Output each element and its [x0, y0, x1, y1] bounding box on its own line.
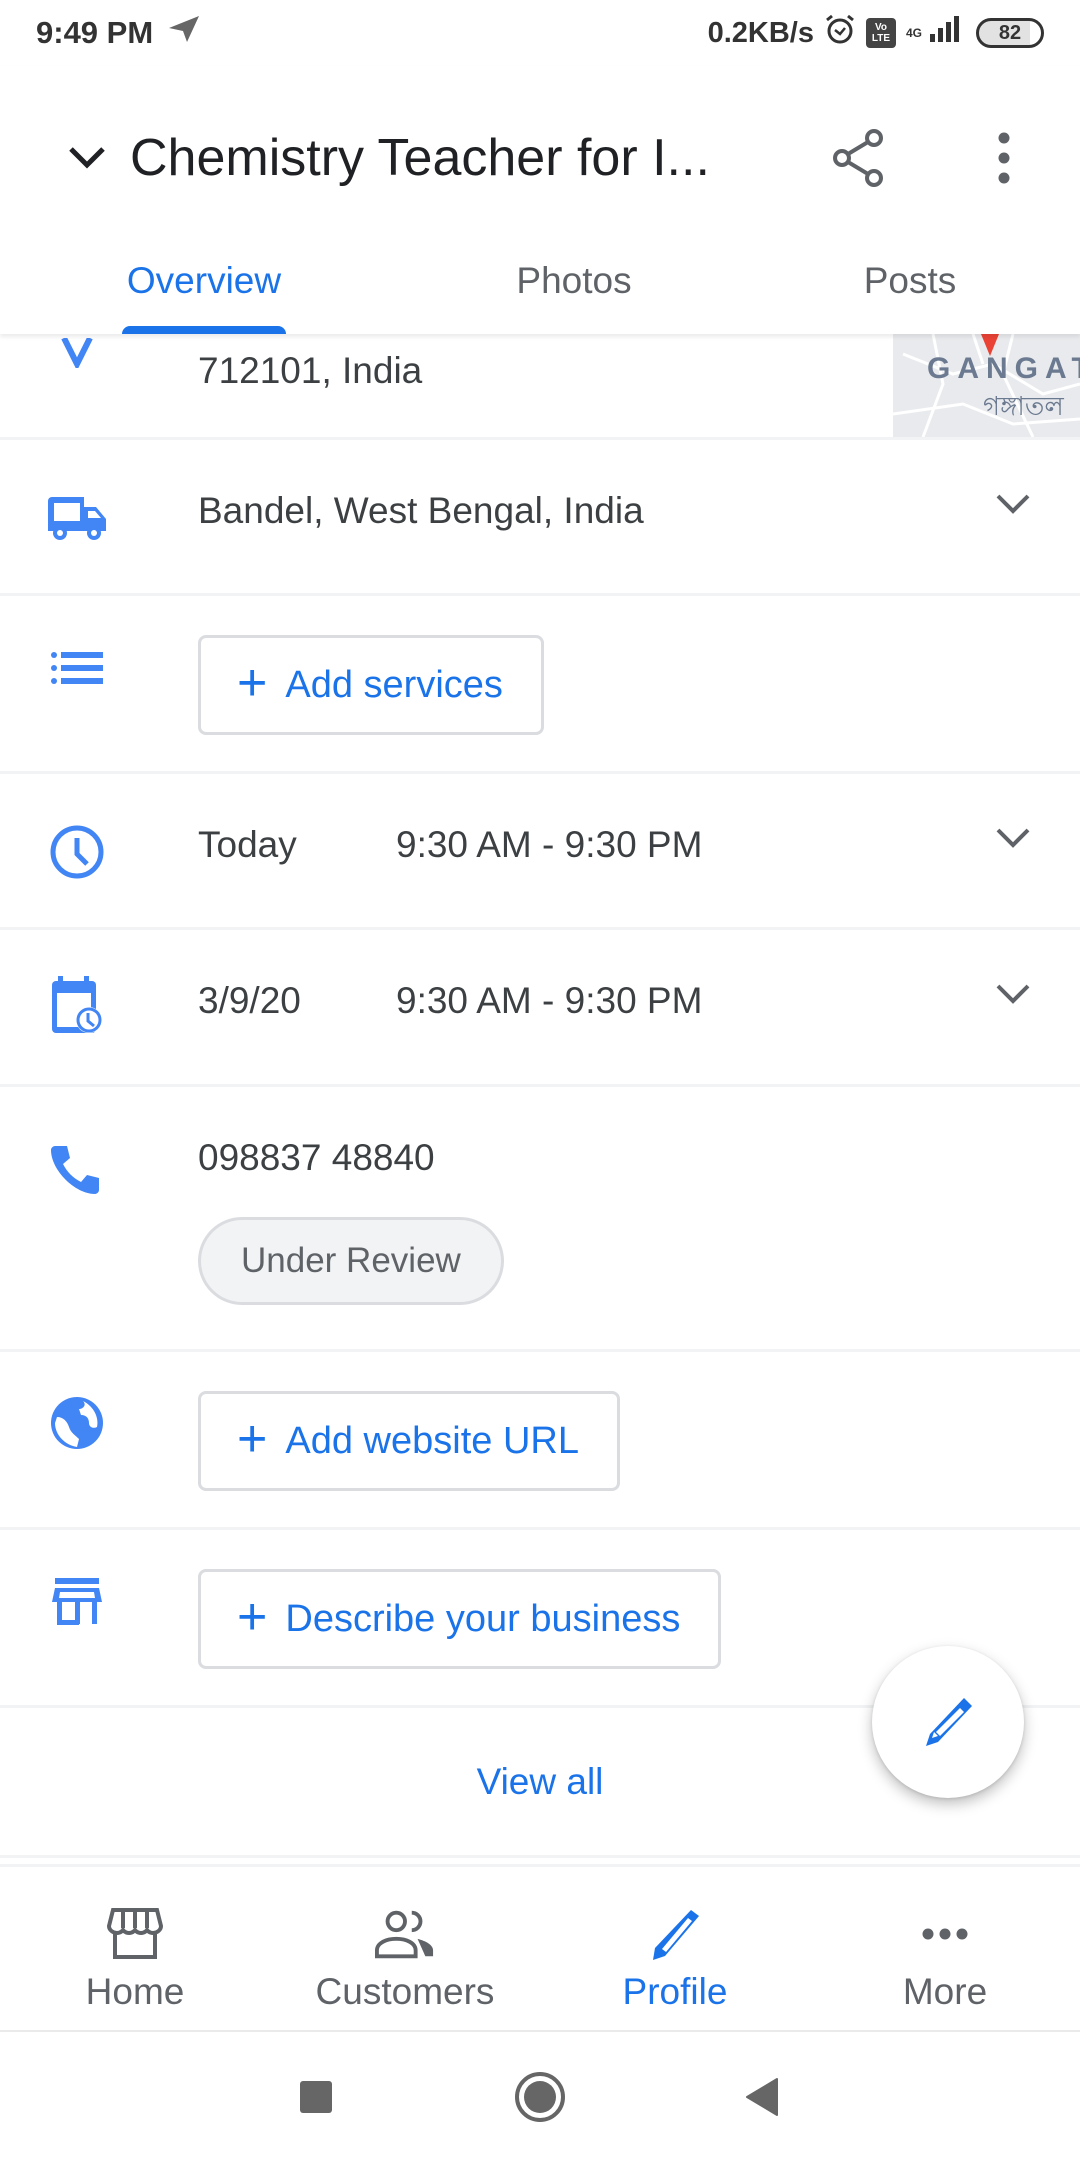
battery-level: 82: [998, 21, 1022, 44]
more-vert-icon: [998, 132, 1010, 184]
view-all-link[interactable]: View all: [477, 1761, 604, 1803]
alarm-icon: [824, 13, 856, 53]
tab-indicator: [122, 326, 286, 334]
map-thumbnail[interactable]: GANGAT গঙ্গাতল: [893, 334, 1080, 437]
address-line: 712101, India: [198, 350, 423, 391]
storefront-icon: [105, 1907, 165, 1961]
nav-home-label: Home: [85, 1971, 185, 2012]
status-bar: 9:49 PM 0.2KB/s Vo LTE 4G 82: [0, 0, 1080, 66]
service-area-row[interactable]: Bandel, West Bengal, India: [0, 440, 1080, 596]
nav-profile-label: Profile: [622, 1971, 728, 2012]
more-horiz-icon: [915, 1907, 975, 1961]
tab-photos[interactable]: Photos: [442, 236, 706, 334]
network-type: 4G: [906, 27, 922, 39]
back-button[interactable]: [726, 2062, 796, 2132]
volte-top: Vo: [874, 22, 887, 33]
more-options-button[interactable]: [968, 122, 1040, 194]
chevron-down-icon[interactable]: [990, 972, 1036, 1018]
telegram-icon: [167, 14, 201, 52]
people-icon: [375, 1907, 435, 1961]
nav-customers[interactable]: Customers: [270, 1867, 540, 2030]
tab-overview[interactable]: Overview: [72, 236, 336, 334]
nav-more[interactable]: More: [810, 1867, 1080, 2030]
hours-range: 9:30 AM - 9:30 PM: [396, 824, 703, 865]
overview-content: 712101, India GANGAT গঙ্গাতল Bandel, Wes…: [0, 334, 1080, 1858]
back-triangle-icon: [746, 2078, 778, 2116]
battery-icon: 82: [976, 18, 1044, 48]
phone-row: 098837 48840 Under Review: [0, 1087, 1080, 1352]
add-website-label: Add website URL: [285, 1419, 579, 1462]
map-label: GANGAT: [927, 352, 1080, 385]
share-icon: [833, 129, 883, 187]
tab-posts[interactable]: Posts: [778, 236, 1042, 334]
hours-day: Today: [198, 824, 297, 865]
add-services-button[interactable]: + Add services: [198, 635, 544, 735]
chevron-down-icon: [69, 147, 105, 169]
collapse-button[interactable]: [52, 123, 122, 193]
edit-pencil-icon: [926, 1698, 972, 1746]
bottom-navigation: Home Customers Profile More: [0, 1864, 1080, 2030]
recents-icon: [300, 2081, 332, 2113]
phone-number[interactable]: 098837 48840: [198, 1137, 435, 1179]
describe-business-label: Describe your business: [285, 1597, 681, 1640]
system-navigation-bar: [0, 2030, 1080, 2160]
services-row: + Add services: [0, 596, 1080, 774]
hours-row[interactable]: Today 9:30 AM - 9:30 PM: [0, 774, 1080, 930]
chevron-down-icon[interactable]: [990, 816, 1036, 862]
under-review-badge: Under Review: [198, 1217, 504, 1305]
clock-icon: [46, 821, 108, 883]
signal-icon: [926, 14, 966, 52]
home-button[interactable]: [505, 2062, 575, 2132]
network-type-label: 4G: [905, 26, 922, 40]
special-hours-row[interactable]: 3/9/20 9:30 AM - 9:30 PM: [0, 930, 1080, 1087]
special-hours-range: 9:30 AM - 9:30 PM: [396, 980, 703, 1021]
add-services-label: Add services: [285, 663, 503, 706]
share-button[interactable]: [822, 122, 894, 194]
page-title: Chemistry Teacher for I...: [130, 129, 710, 187]
volte-icon: Vo LTE: [865, 18, 896, 48]
list-icon: [46, 637, 108, 699]
network-speed: 0.2KB/s: [707, 16, 814, 49]
website-row: + Add website URL: [0, 1352, 1080, 1530]
globe-icon: [46, 1392, 108, 1454]
phone-icon: [46, 1137, 108, 1199]
calendar-clock-icon: [46, 974, 108, 1036]
describe-business-button[interactable]: + Describe your business: [198, 1569, 722, 1669]
home-circle-icon: [515, 2072, 565, 2122]
truck-icon: [46, 487, 108, 549]
chevron-down-icon[interactable]: [990, 482, 1036, 528]
nav-more-label: More: [902, 1971, 988, 2012]
map-sublabel: গঙ্গাতল: [983, 391, 1064, 421]
nav-home[interactable]: Home: [0, 1867, 270, 2030]
recents-button[interactable]: [281, 2062, 351, 2132]
nav-profile[interactable]: Profile: [540, 1867, 810, 2030]
volte-bottom: LTE: [871, 33, 891, 44]
tab-bar: Overview Photos Posts: [0, 236, 1080, 334]
status-time: 9:49 PM: [36, 15, 154, 50]
special-hours-date: 3/9/20: [198, 980, 301, 1021]
plus-icon: +: [237, 654, 268, 712]
edit-fab-button[interactable]: [872, 1646, 1024, 1798]
plus-icon: +: [237, 1410, 268, 1468]
plus-icon: +: [237, 1588, 268, 1646]
address-row[interactable]: 712101, India GANGAT গঙ্গাতল: [0, 334, 1080, 440]
pencil-icon: [645, 1907, 705, 1961]
app-header: Chemistry Teacher for I... Overview Phot…: [0, 66, 1080, 334]
service-area-text: Bandel, West Bengal, India: [198, 490, 644, 531]
add-website-button[interactable]: + Add website URL: [198, 1391, 620, 1491]
nav-customers-label: Customers: [315, 1971, 495, 2012]
store-icon: [46, 1570, 108, 1632]
